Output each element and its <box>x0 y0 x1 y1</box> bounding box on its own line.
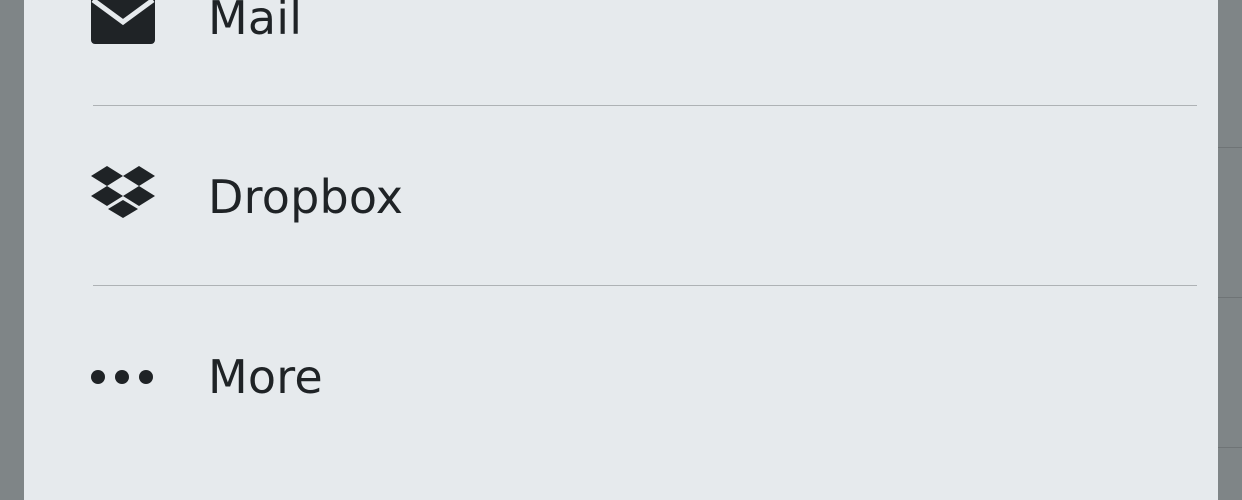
backdrop-divider <box>1218 297 1242 298</box>
mail-icon <box>89 0 157 52</box>
share-sheet: Mail Dropbox More <box>24 0 1218 500</box>
share-item-label: Dropbox <box>208 170 404 224</box>
backdrop-divider <box>1218 447 1242 448</box>
share-item-dropbox[interactable]: Dropbox <box>69 107 1173 287</box>
more-dots-icon <box>89 343 157 411</box>
dropbox-icon <box>89 163 157 231</box>
share-item-more[interactable]: More <box>69 287 1173 467</box>
separator <box>93 285 1197 286</box>
share-item-mail[interactable]: Mail <box>69 0 1173 108</box>
share-item-label: Mail <box>208 0 303 45</box>
share-item-label: More <box>208 350 323 404</box>
backdrop-divider <box>1218 147 1242 148</box>
separator <box>93 105 1197 106</box>
